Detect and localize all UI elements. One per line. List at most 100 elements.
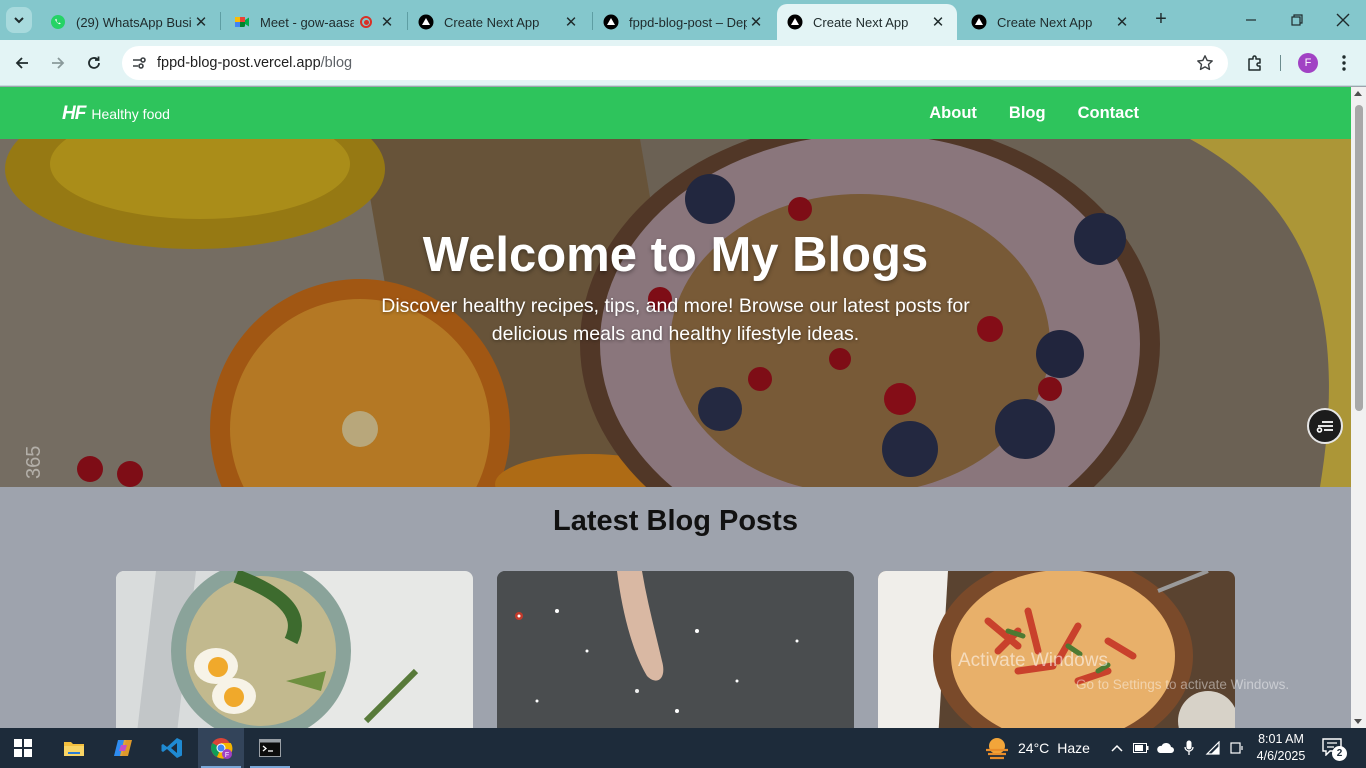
site-logo[interactable]: HF Healthy food xyxy=(62,103,170,125)
vscode-icon xyxy=(161,738,182,758)
onedrive-cloud-icon[interactable] xyxy=(1156,740,1174,756)
tab-title: Create Next App xyxy=(997,14,1093,30)
windows-start-icon xyxy=(14,739,32,757)
reload-button[interactable] xyxy=(81,50,107,76)
minimize-icon xyxy=(1246,19,1256,21)
url-host: fppd-blog-post.vercel.app xyxy=(157,55,321,71)
vercel-icon xyxy=(418,14,434,30)
taskbar-terminal[interactable] xyxy=(247,728,293,768)
close-tab-icon[interactable]: ✕ xyxy=(378,13,396,31)
tab-search-button[interactable] xyxy=(6,7,32,33)
weather-temperature: 24°C xyxy=(1018,740,1050,756)
svg-text:F: F xyxy=(225,752,229,759)
activate-windows-title: Activate Windows xyxy=(958,650,1108,671)
close-tab-icon[interactable]: ✕ xyxy=(192,13,210,31)
address-bar[interactable]: fppd-blog-post.vercel.app/blog xyxy=(122,46,1228,80)
vercel-icon xyxy=(787,14,803,30)
blog-card[interactable] xyxy=(116,571,473,728)
haze-sun-icon xyxy=(986,738,1008,760)
extensions-button[interactable] xyxy=(1242,50,1268,76)
url-path: /blog xyxy=(320,55,353,71)
browser-toolbar: fppd-blog-post.vercel.app/blog F xyxy=(0,40,1366,86)
site-navbar: HF Healthy food About Blog Contact xyxy=(0,87,1351,139)
scroll-down-arrow-icon[interactable] xyxy=(1354,719,1362,724)
avatar: F xyxy=(1298,53,1318,73)
microphone-icon[interactable] xyxy=(1180,740,1198,756)
scroll-up-arrow-icon[interactable] xyxy=(1354,91,1362,96)
more-vertical-icon xyxy=(1342,55,1346,71)
activate-windows-subtitle: Go to Settings to activate Windows. xyxy=(1076,677,1290,692)
chevron-up-icon[interactable] xyxy=(1108,740,1126,756)
floating-toolbar-button[interactable] xyxy=(1307,408,1343,444)
chrome-icon: F xyxy=(211,738,233,759)
logo-mark: HF xyxy=(62,103,86,124)
settings-toggle-icon xyxy=(1316,421,1333,433)
close-tab-icon[interactable]: ✕ xyxy=(1113,13,1131,31)
nav-link-about[interactable]: About xyxy=(929,104,977,123)
vercel-icon xyxy=(603,14,619,30)
profile-button[interactable]: F xyxy=(1295,50,1321,76)
new-tab-button[interactable]: + xyxy=(1150,8,1172,30)
hero-banner: 365 Welcome to My Blogs Discover healthy… xyxy=(0,139,1351,487)
tab-create-next-app-1[interactable]: Create Next App ✕ xyxy=(408,4,590,40)
battery-icon[interactable] xyxy=(1132,740,1150,756)
scrollbar-thumb[interactable] xyxy=(1355,105,1363,411)
tab-title: fppd-blog-post – Deployment xyxy=(629,14,747,30)
nav-link-blog[interactable]: Blog xyxy=(1009,104,1046,123)
recording-icon xyxy=(360,16,372,28)
terminal-icon xyxy=(259,739,281,757)
blog-card[interactable] xyxy=(497,571,854,728)
reload-icon xyxy=(88,56,100,69)
close-tab-icon[interactable]: ✕ xyxy=(747,13,765,31)
site-info-icon[interactable] xyxy=(130,54,148,77)
taskbar-file-explorer[interactable] xyxy=(51,728,97,768)
google-meet-icon xyxy=(234,14,250,30)
file-explorer-icon xyxy=(64,742,84,756)
minimize-button[interactable] xyxy=(1228,0,1274,40)
taskbar-vscode[interactable] xyxy=(149,728,195,768)
taskbar-copilot[interactable] xyxy=(100,728,146,768)
taskbar-chrome[interactable]: F xyxy=(198,728,244,768)
tab-meet[interactable]: Meet - gow-aasa ✕ xyxy=(224,4,406,40)
puzzle-icon xyxy=(1248,55,1261,71)
photo-watermark-text: 365 xyxy=(23,446,45,479)
arrow-right-icon xyxy=(52,57,65,69)
tab-create-next-app-3[interactable]: Create Next App ✕ xyxy=(961,4,1141,40)
nav-links: About Blog Contact xyxy=(929,104,1139,123)
start-button[interactable] xyxy=(0,728,46,768)
tab-title: (29) WhatsApp Business xyxy=(76,14,192,30)
bookmark-star-icon[interactable] xyxy=(1196,54,1214,77)
notification-center-button[interactable]: 2 xyxy=(1322,738,1347,761)
close-window-button[interactable] xyxy=(1320,0,1366,40)
tab-whatsapp[interactable]: (29) WhatsApp Business ✕ xyxy=(40,4,220,40)
back-button[interactable] xyxy=(9,50,35,76)
system-clock[interactable]: 8:01 AM 4/6/2025 xyxy=(1250,731,1312,765)
hero-title: Welcome to My Blogs xyxy=(422,228,929,282)
section-title: Latest Blog Posts xyxy=(553,505,798,537)
tab-deployment[interactable]: fppd-blog-post – Deployment ✕ xyxy=(593,4,775,40)
weather-condition: Haze xyxy=(1057,740,1090,756)
close-icon xyxy=(1336,13,1350,27)
notification-count-badge: 2 xyxy=(1332,746,1347,761)
browser-menu-button[interactable] xyxy=(1331,50,1357,76)
vercel-icon xyxy=(971,14,987,30)
nav-link-contact[interactable]: Contact xyxy=(1078,104,1139,123)
windows-taskbar: F 24°C Haze 8:01 AM 4/6/2025 2 xyxy=(0,728,1366,768)
blog-card-image xyxy=(497,571,854,728)
logo-name: Healthy food xyxy=(91,106,170,122)
close-tab-icon[interactable]: ✕ xyxy=(562,13,580,31)
tab-title: Create Next App xyxy=(444,14,540,30)
volume-icon[interactable] xyxy=(1228,740,1246,756)
close-tab-icon[interactable]: ✕ xyxy=(929,13,947,31)
page-scrollbar[interactable] xyxy=(1351,87,1366,728)
clock-date: 4/6/2025 xyxy=(1256,749,1306,763)
restore-button[interactable] xyxy=(1274,0,1320,40)
wifi-icon[interactable] xyxy=(1204,740,1222,756)
weather-widget[interactable]: 24°C Haze xyxy=(984,728,1090,768)
tab-create-next-app-active[interactable]: Create Next App ✕ xyxy=(777,4,957,40)
page-viewport: HF Healthy food About Blog Contact 365 W… xyxy=(0,87,1351,728)
clock-time: 8:01 AM xyxy=(1258,732,1304,746)
url-text: fppd-blog-post.vercel.app/blog xyxy=(157,55,352,71)
tab-title: Create Next App xyxy=(813,14,909,30)
forward-button[interactable] xyxy=(45,50,71,76)
